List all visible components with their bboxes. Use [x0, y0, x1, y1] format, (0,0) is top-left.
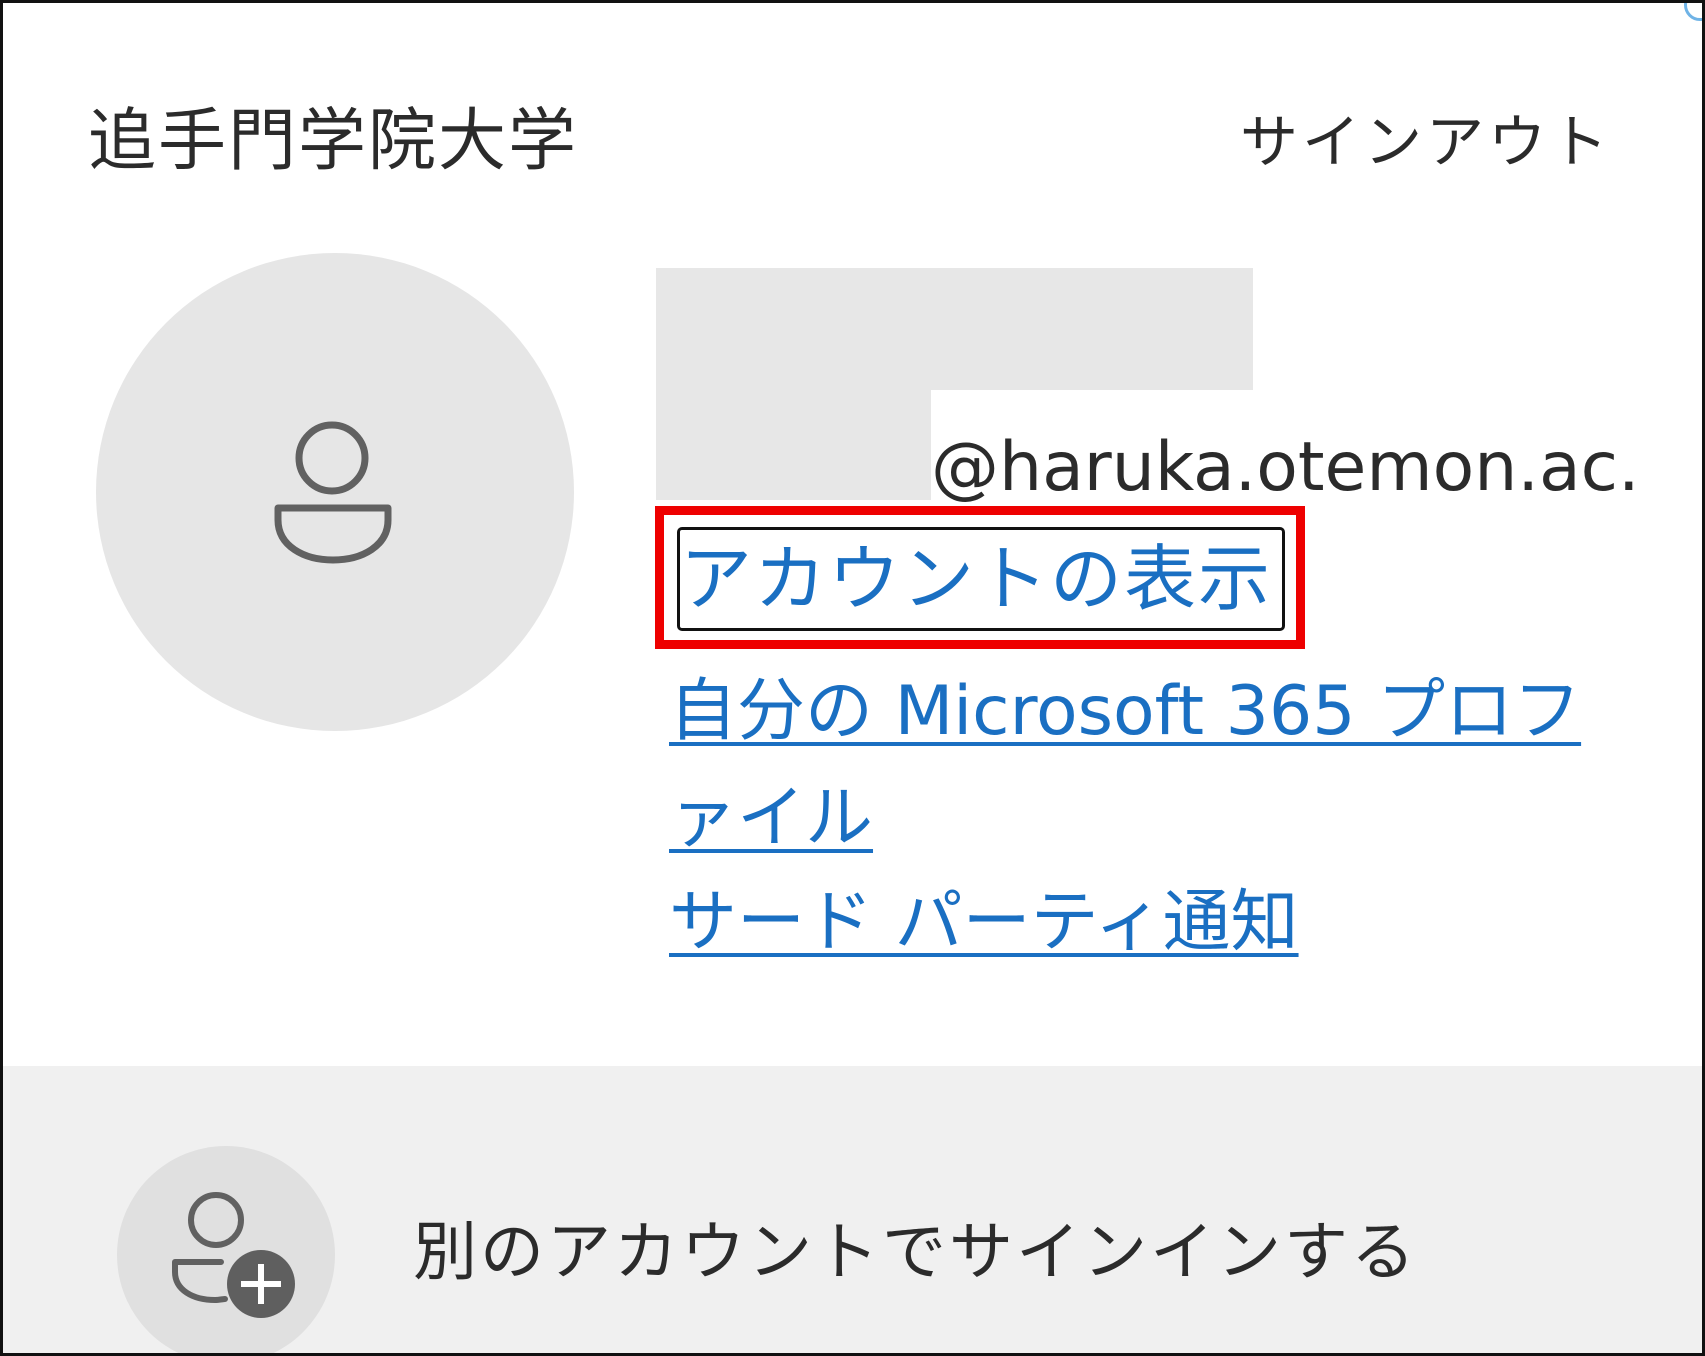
microsoft-365-profile-link[interactable]: 自分の Microsoft 365 プロファイル: [669, 658, 1635, 872]
sign-in-other-account-button[interactable]: 別のアカウントでサインインする: [3, 1066, 1702, 1353]
user-email-redacted: [656, 390, 931, 500]
email-domain: @haruka.otemon.ac.jp: [931, 428, 1635, 507]
view-account-link[interactable]: アカウントの表示: [677, 527, 1285, 631]
user-name-redacted: [656, 268, 1253, 390]
organization-name: 追手門学院大学: [88, 102, 579, 181]
account-manager-panel: 追手門学院大学 サインアウト @haruka.otemon.ac.jp アカウン…: [0, 0, 1705, 1356]
other-account-label: 別のアカウントでサインインする: [413, 1216, 1418, 1290]
signout-button[interactable]: サインアウト: [1240, 95, 1612, 179]
person-icon: [274, 421, 392, 564]
add-account-avatar: [117, 1146, 335, 1353]
person-add-icon: [172, 1192, 295, 1318]
corner-accent: [1684, 3, 1702, 21]
email-clip: @haruka.otemon.ac.jp: [931, 423, 1635, 513]
profile-link-container: 自分の Microsoft 365 プロファイル: [669, 658, 1635, 872]
third-party-notices-link[interactable]: サード パーティ通知: [669, 869, 1299, 976]
avatar: [96, 253, 574, 731]
